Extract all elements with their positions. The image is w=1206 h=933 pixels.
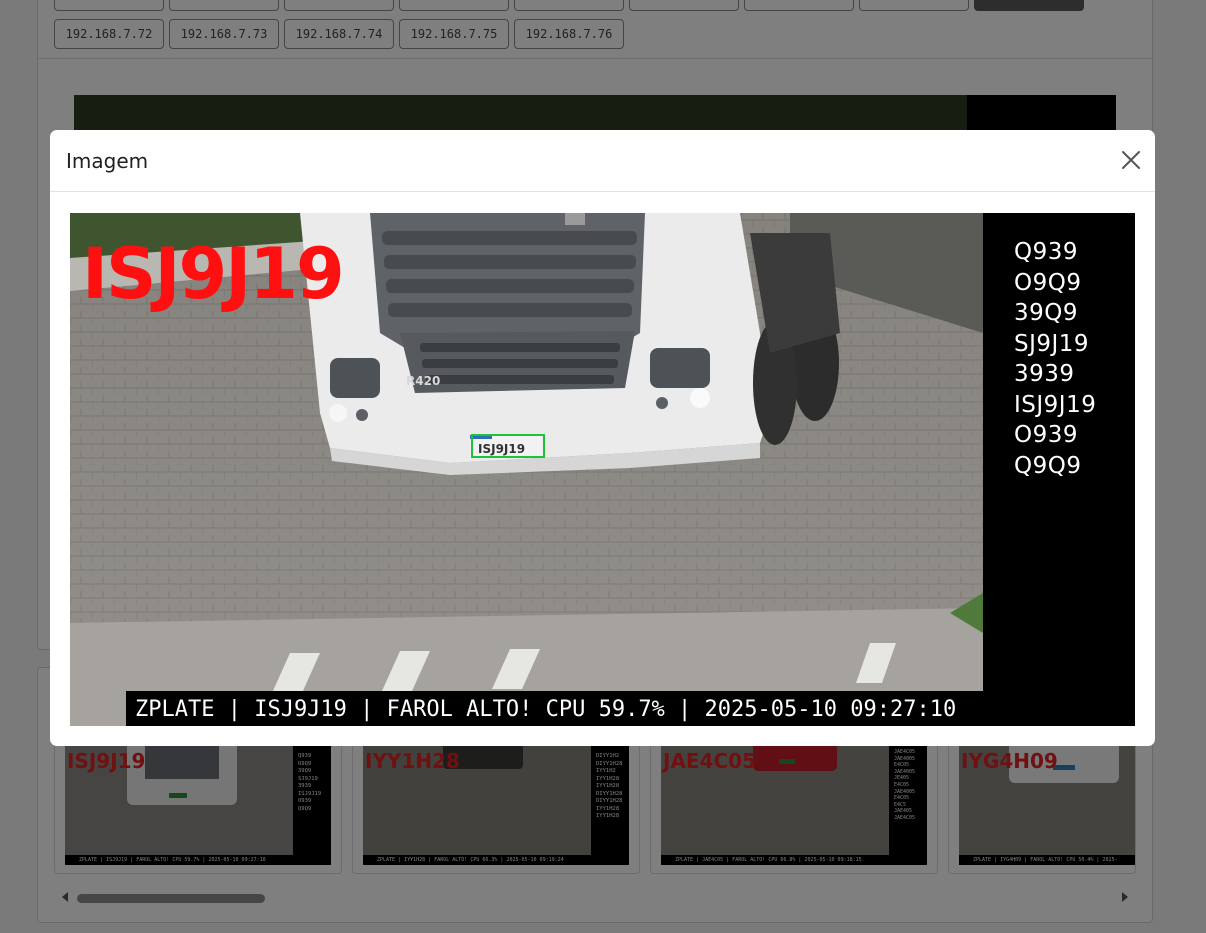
- ocr-readings-panel: Q939 O9Q9 39Q9 SJ9J19 3939 ISJ9J19 O939 …: [983, 213, 1135, 726]
- ocr-reading: 3939: [1014, 361, 1075, 387]
- modal-body: R420 ISJ9J19 ISJ9J19 Q939 O9Q9 39Q9 SJ9J…: [70, 213, 1135, 726]
- ocr-reading: Q9Q9: [1014, 452, 1082, 479]
- modal-header: Imagem: [50, 130, 1155, 192]
- close-icon[interactable]: [1121, 150, 1141, 170]
- modal-title: Imagem: [66, 149, 149, 173]
- ocr-readings-list: Q939 O9Q9 39Q9 SJ9J19 3939 ISJ9J19 O939 …: [1014, 237, 1096, 481]
- ocr-reading: SJ9J19: [1014, 330, 1090, 357]
- truck-model-label: R420: [406, 374, 440, 388]
- detected-plate-overlay: ISJ9J19: [82, 233, 345, 315]
- capture-status-bar: ZPLATE | ISJ9J19 | FAROL ALTO! CPU 59.7%…: [126, 691, 983, 726]
- ocr-reading: Q939: [1014, 239, 1079, 265]
- truck-plate-text: ISJ9J19: [478, 442, 525, 456]
- ocr-reading: O9Q9: [1014, 269, 1082, 296]
- image-modal: Imagem R420 ISJ9J19 ISJ9J19 Q939 O9Q9 39…: [50, 130, 1155, 746]
- capture-image: R420 ISJ9J19 ISJ9J19 Q939 O9Q9 39Q9 SJ9J…: [70, 213, 1135, 726]
- ocr-reading: O939: [1014, 422, 1079, 448]
- ocr-reading: 39Q9: [1014, 300, 1079, 326]
- ocr-reading: ISJ9J19: [1014, 391, 1097, 418]
